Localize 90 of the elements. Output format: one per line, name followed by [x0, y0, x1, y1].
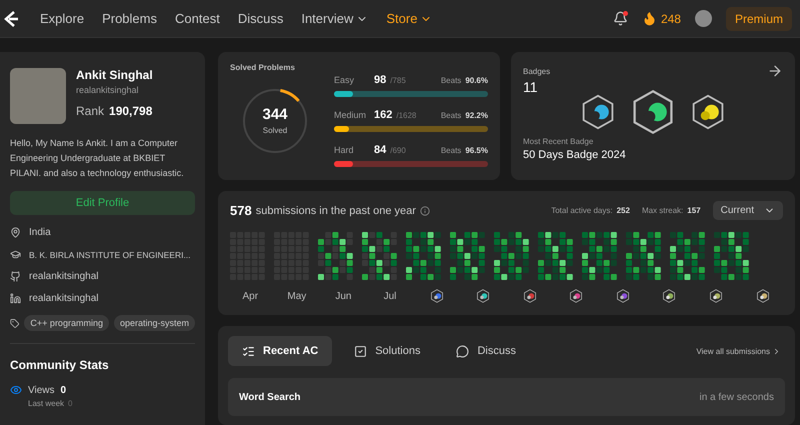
linkedin-icon [10, 293, 21, 304]
nav-link[interactable]: Problems [94, 11, 165, 26]
month-badge-icon [709, 289, 724, 303]
max-streak-value: 157 [687, 206, 701, 215]
recent-tab[interactable]: Discuss [442, 336, 530, 366]
difficulty-label: Medium [334, 110, 368, 120]
beats-value: 92.2% [465, 110, 488, 120]
beats-label: Beats [440, 76, 462, 84]
profile-name: Ankit Singhal [76, 68, 153, 82]
profile-detail: B. K. BIRLA INSTITUTE OF ENGINEERI... [29, 250, 191, 260]
recent-tab[interactable]: Solutions [340, 336, 434, 366]
beats-label: Beats [440, 110, 462, 120]
tag-icon [10, 318, 20, 328]
badge-count: 11 [523, 79, 539, 95]
rank-label: Rank [76, 104, 104, 118]
max-streak-label: Max streak: [642, 206, 684, 215]
solved-count: 98 [374, 74, 386, 86]
card-title: Solved Problems [230, 63, 296, 72]
month-badge-icon [522, 289, 537, 303]
info-icon[interactable] [420, 206, 430, 216]
views-value: 0 [60, 384, 66, 396]
badge-icon [690, 94, 726, 130]
month-badge-icon [662, 289, 676, 303]
problem-total: /690 [390, 146, 406, 154]
beats-value: 96.5% [465, 146, 488, 154]
solved-count: 162 [374, 109, 392, 121]
month-badge-icon [476, 289, 490, 303]
nav-link[interactable]: Interview [293, 11, 376, 26]
profile-detail[interactable]: realankitsinghal [29, 293, 98, 304]
nav-link[interactable]: Contest [167, 11, 228, 26]
last-week-value: 0 [68, 399, 72, 408]
active-days-label: Total active days: [551, 206, 613, 215]
location-icon [10, 227, 21, 238]
notification-bell-icon[interactable] [612, 11, 628, 26]
solved-total: 344 [262, 106, 288, 123]
nav-link[interactable]: Discuss [230, 11, 292, 26]
skill-tag[interactable]: operating-system [114, 315, 195, 331]
submission-text: submissions in the past one year [256, 204, 416, 216]
card-title: Badges [523, 66, 550, 76]
month-badge-icon [569, 289, 584, 303]
difficulty-label: Easy [334, 75, 356, 85]
profile-detail: India [29, 227, 51, 238]
chevron-right-icon [772, 346, 781, 356]
chat-bubble-icon [456, 344, 470, 358]
flame-icon [642, 11, 657, 26]
photo-placeholder [10, 68, 66, 124]
view-all-link[interactable]: View all submissions [696, 346, 770, 356]
period-dropdown[interactable]: Current [712, 201, 783, 220]
github-icon [10, 271, 21, 282]
month-badge-icon [756, 289, 770, 303]
beats-value: 90.6% [465, 76, 488, 84]
avatar-icon[interactable] [694, 10, 712, 27]
edit-profile-button[interactable]: Edit Profile [10, 191, 195, 215]
eye-icon [10, 384, 22, 396]
difficulty-label: Hard [334, 145, 355, 155]
checkbox-icon [354, 344, 368, 358]
nav-link[interactable]: Explore [32, 11, 92, 26]
nav-link[interactable]: Store [378, 11, 440, 26]
skill-tag[interactable]: C++ programming [24, 315, 109, 331]
views-label: Views [28, 384, 54, 396]
recent-badge-label: Most Recent Badge [523, 137, 594, 146]
recent-badge-name: 50 Days Badge 2024 [523, 149, 627, 161]
active-days-value: 252 [616, 206, 630, 215]
premium-button[interactable]: Premium [726, 6, 792, 30]
solved-count: 84 [374, 144, 386, 156]
month-label: Jul [384, 290, 396, 302]
month-label: May [287, 290, 306, 302]
problem-title: Word Search [239, 392, 300, 402]
submission-count: 578 [230, 203, 252, 218]
checklist-icon [242, 344, 255, 358]
submission-time: in a few seconds [700, 392, 774, 402]
month-label: Apr [242, 290, 258, 302]
problem-total: /1628 [396, 110, 416, 120]
problem-total: /785 [390, 76, 406, 84]
streak-count: 248 [660, 12, 681, 26]
month-badge-icon [430, 289, 444, 303]
school-icon [10, 249, 21, 260]
badge-icon [580, 94, 616, 130]
month-label: Jun [335, 290, 352, 302]
beats-label: Beats [440, 146, 462, 154]
last-week-label: Last week [28, 399, 64, 408]
solved-label: Solved [262, 126, 288, 135]
profile-username: realankitsinghal [76, 85, 140, 95]
submission-row[interactable]: Word Search in a few seconds [228, 378, 785, 416]
rank-value: 190,798 [109, 104, 152, 118]
community-stats-title: Community Stats [10, 358, 110, 372]
recent-tab[interactable]: Recent AC [228, 336, 332, 366]
profile-bio: Hello, My Name Is Ankit. I am a Computer Engineering Undergraduate at BKBIET PILANI. and also a technology enthusiastic. [10, 137, 185, 180]
month-badge-icon [616, 289, 630, 303]
profile-detail[interactable]: realankitsinghal [29, 271, 98, 282]
